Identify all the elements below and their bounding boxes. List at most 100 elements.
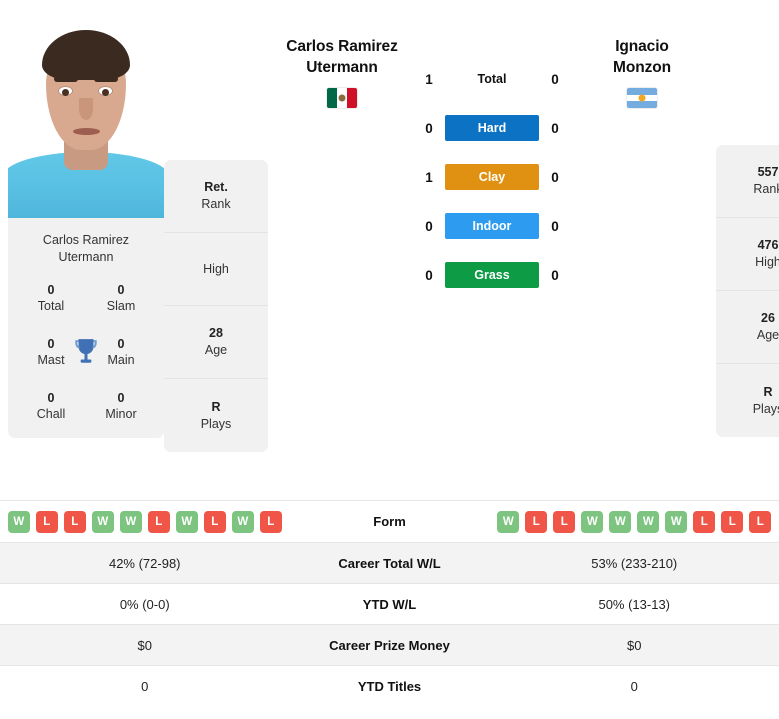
h2h-clay-right: 0 [551, 169, 559, 185]
left-player-photo [8, 10, 164, 218]
left-stat-high: High [164, 233, 268, 306]
right-stat-rank-value: 557 [757, 165, 779, 179]
form-badge-loss[interactable]: L [203, 510, 226, 533]
form-badge-loss[interactable]: L [259, 510, 282, 533]
center-column: Carlos Ramirez Utermann 1 Total 0 0 Hard… [268, 10, 716, 288]
h2h-indoor-label[interactable]: Indoor [445, 213, 539, 239]
form-badge-win[interactable]: W [497, 510, 520, 533]
form-badge-win[interactable]: W [581, 510, 604, 533]
right-form-badges: WLLWWWWLLL [497, 510, 772, 533]
h2h-hard-left: 0 [425, 120, 433, 136]
table-row-ytd-titles: 0 YTD Titles 0 [0, 665, 779, 706]
right-stat-plays-label: Plays [752, 401, 779, 416]
form-badge-loss[interactable]: L [147, 510, 170, 533]
table-row-ytd-wl: 0% (0-0) YTD W/L 50% (13-13) [0, 583, 779, 624]
portrait-hair [42, 30, 130, 80]
form-badge-win[interactable]: W [119, 510, 142, 533]
left-award-minor-label: Minor [105, 407, 137, 421]
portrait-nose [79, 98, 93, 120]
right-stat-high: 476 High [716, 218, 779, 291]
right-stat-column: 557 Rank 476 High 26 Age R Plays [716, 145, 779, 437]
left-career-prize-money: $0 [137, 637, 152, 653]
left-award-minor-value: 0 [117, 391, 125, 405]
left-award-slam: 0 Slam [86, 282, 156, 314]
right-stat-rank: 557 Rank [716, 145, 779, 218]
h2h-row-indoor: 0 Indoor 0 [412, 213, 572, 239]
left-form-badges: WLLWWLWLWL [7, 510, 282, 533]
comparison-top-area: Carlos Ramirez Utermann 0 Total 0 Slam 0 [0, 0, 779, 500]
left-player-photo-card[interactable]: Carlos Ramirez Utermann 0 Total 0 Slam 0 [8, 10, 164, 438]
form-badge-win[interactable]: W [91, 510, 114, 533]
argentina-flag-icon [627, 88, 657, 108]
right-stat-age: 26 Age [716, 291, 779, 364]
table-row-career-prize-money: $0 Career Prize Money $0 [0, 624, 779, 665]
mexico-flag-icon [327, 88, 357, 108]
form-badge-win[interactable]: W [175, 510, 198, 533]
form-badge-loss[interactable]: L [553, 510, 576, 533]
left-ytd-wl: 0% (0-0) [119, 596, 170, 612]
left-award-total-value: 0 [47, 283, 55, 297]
table-label-ytd-wl: YTD W/L [362, 596, 417, 612]
player-comparison-page: Carlos Ramirez Utermann 0 Total 0 Slam 0 [0, 0, 779, 719]
form-badge-loss[interactable]: L [525, 510, 548, 533]
right-player-name-line2: Monzon [613, 59, 671, 76]
right-ytd-wl: 50% (13-13) [598, 596, 671, 612]
form-badge-loss[interactable]: L [63, 510, 86, 533]
form-badge-loss[interactable]: L [721, 510, 744, 533]
head-to-head-bars: 1 Total 0 0 Hard 0 1 Clay 0 0 Indoor 0 0… [412, 10, 572, 288]
h2h-grass-right: 0 [551, 267, 559, 283]
right-career-prize-money: $0 [627, 637, 642, 653]
form-badge-loss[interactable]: L [749, 510, 772, 533]
argentina-flag-sun [638, 94, 646, 102]
left-stat-rank-label: Rank [201, 197, 231, 211]
h2h-row-total: 1 Total 0 [412, 66, 572, 92]
h2h-clay-label[interactable]: Clay [445, 164, 539, 190]
form-badge-win[interactable]: W [637, 510, 660, 533]
h2h-hard-right: 0 [551, 120, 559, 136]
trophy-icon [75, 339, 97, 363]
form-badge-win[interactable]: W [7, 510, 30, 533]
left-stat-column: Ret. Rank High 28 Age R Plays [164, 160, 268, 452]
left-award-slam-value: 0 [117, 283, 125, 297]
h2h-clay-left: 1 [425, 169, 433, 185]
right-player-name-block: Ignacio Monzon [572, 10, 712, 288]
left-award-chall-value: 0 [47, 391, 55, 405]
form-badge-loss[interactable]: L [693, 510, 716, 533]
right-ytd-titles: 0 [630, 678, 638, 694]
left-award-chall: 0 Chall [16, 390, 86, 422]
left-stat-rank: Ret. Rank [164, 160, 268, 233]
left-player-award-card: Carlos Ramirez Utermann 0 Total 0 Slam 0 [8, 218, 164, 438]
h2h-hard-label[interactable]: Hard [445, 115, 539, 141]
portrait-pupil-right [102, 89, 109, 96]
left-stat-plays-label: Plays [200, 416, 232, 431]
portrait-eyebrow-right [94, 76, 118, 82]
left-player-name-line1: Carlos Ramirez [286, 38, 398, 55]
left-player-card-name: Carlos Ramirez Utermann [42, 233, 130, 264]
form-badge-loss[interactable]: L [35, 510, 58, 533]
h2h-row-hard: 0 Hard 0 [412, 115, 572, 141]
right-stat-rank-label: Rank [753, 182, 779, 196]
left-stat-age-value: 28 [209, 326, 223, 340]
right-stat-age-label: Age [756, 328, 779, 342]
left-player-name-line2: Utermann [306, 59, 378, 76]
right-stat-high-value: 476 [757, 238, 779, 252]
left-award-total: 0 Total [16, 282, 86, 314]
left-stat-rank-value: Ret. [204, 180, 228, 194]
table-label-form: Form [373, 514, 406, 529]
form-badge-win[interactable]: W [665, 510, 688, 533]
left-stat-age: 28 Age [164, 306, 268, 379]
right-stat-plays-value: R [763, 384, 773, 399]
portrait-eyebrow-left [54, 76, 78, 82]
right-player-name-line1: Ignacio [615, 38, 669, 55]
h2h-row-clay: 1 Clay 0 [412, 164, 572, 190]
form-badge-win[interactable]: W [609, 510, 632, 533]
h2h-row-grass: 0 Grass 0 [412, 262, 572, 288]
form-badge-win[interactable]: W [231, 510, 254, 533]
left-player-name-block: Carlos Ramirez Utermann [272, 10, 412, 288]
table-row-career-total-wl: 42% (72-98) Career Total W/L 53% (233-21… [0, 542, 779, 583]
h2h-grass-label[interactable]: Grass [445, 262, 539, 288]
left-award-slam-label: Slam [106, 299, 136, 313]
portrait-mouth [73, 128, 100, 135]
form-left-cell: WLLWWLWLWL [0, 510, 290, 533]
right-stat-age-value: 26 [761, 311, 775, 325]
